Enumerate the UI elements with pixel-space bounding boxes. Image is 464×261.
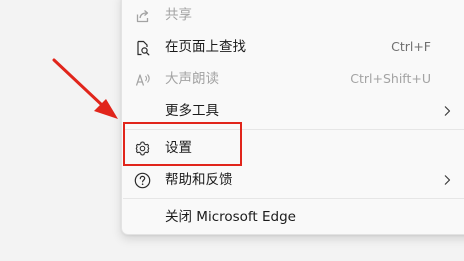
screenshot-stage: 共享 在页面上查找 Ctrl+F 大声朗读 Ctrl+Shift+U 更多工具 … bbox=[0, 0, 464, 261]
menu-item-share[interactable]: 共享 bbox=[122, 0, 464, 31]
menu-item-label: 更多工具 bbox=[165, 103, 219, 119]
menu-item-shortcut: Ctrl+Shift+U bbox=[350, 71, 431, 86]
menu-item-help-feedback[interactable]: 帮助和反馈 bbox=[122, 164, 464, 196]
gear-icon bbox=[134, 140, 151, 157]
menu-item-read-aloud[interactable]: 大声朗读 Ctrl+Shift+U bbox=[122, 63, 464, 95]
menu-item-shortcut: Ctrl+F bbox=[391, 39, 431, 54]
menu-item-more-tools[interactable]: 更多工具 bbox=[122, 95, 464, 127]
menu-item-label: 共享 bbox=[165, 7, 192, 23]
share-icon bbox=[134, 7, 151, 24]
menu-item-close-edge[interactable]: 关闭 Microsoft Edge bbox=[122, 201, 464, 233]
help-icon bbox=[134, 172, 151, 189]
chevron-right-icon bbox=[444, 175, 451, 185]
menu-separator bbox=[123, 129, 464, 130]
menu-separator bbox=[123, 198, 464, 199]
read-aloud-icon bbox=[134, 71, 151, 88]
menu-item-label: 关闭 Microsoft Edge bbox=[165, 209, 296, 225]
menu-item-settings[interactable]: 设置 bbox=[122, 132, 464, 164]
menu-item-find-on-page[interactable]: 在页面上查找 Ctrl+F bbox=[122, 31, 464, 63]
menu-item-label: 设置 bbox=[165, 140, 192, 156]
menu-item-label: 大声朗读 bbox=[165, 71, 219, 87]
menu-item-label: 帮助和反馈 bbox=[165, 172, 233, 188]
browser-settings-menu: 共享 在页面上查找 Ctrl+F 大声朗读 Ctrl+Shift+U 更多工具 … bbox=[121, 0, 464, 235]
find-on-page-icon bbox=[134, 39, 151, 56]
menu-item-label: 在页面上查找 bbox=[165, 39, 246, 55]
chevron-right-icon bbox=[444, 106, 451, 116]
